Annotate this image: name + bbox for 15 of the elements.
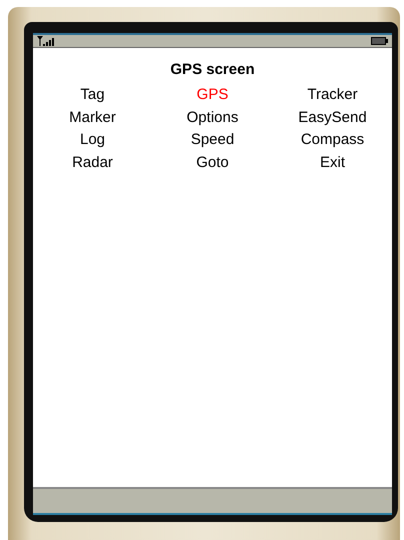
menu-item[interactable]: Goto: [196, 152, 229, 174]
signal-icon: [37, 36, 57, 46]
menu-item[interactable]: Marker: [69, 106, 116, 129]
menu-item[interactable]: Tracker: [307, 84, 358, 106]
menu-item[interactable]: Radar: [72, 152, 113, 174]
menu-item[interactable]: Options: [186, 106, 238, 129]
battery-icon: [371, 37, 388, 45]
menu-item[interactable]: Log: [80, 129, 106, 152]
menu-item[interactable]: Tag: [80, 84, 105, 106]
menu-item[interactable]: Speed: [190, 129, 234, 152]
menu-item[interactable]: GPS: [196, 84, 228, 106]
menu-item[interactable]: Compass: [300, 129, 364, 152]
menu-item[interactable]: EasySend: [298, 106, 367, 129]
screen-title: GPS screen: [170, 61, 255, 78]
menu-item[interactable]: Exit: [320, 152, 345, 174]
